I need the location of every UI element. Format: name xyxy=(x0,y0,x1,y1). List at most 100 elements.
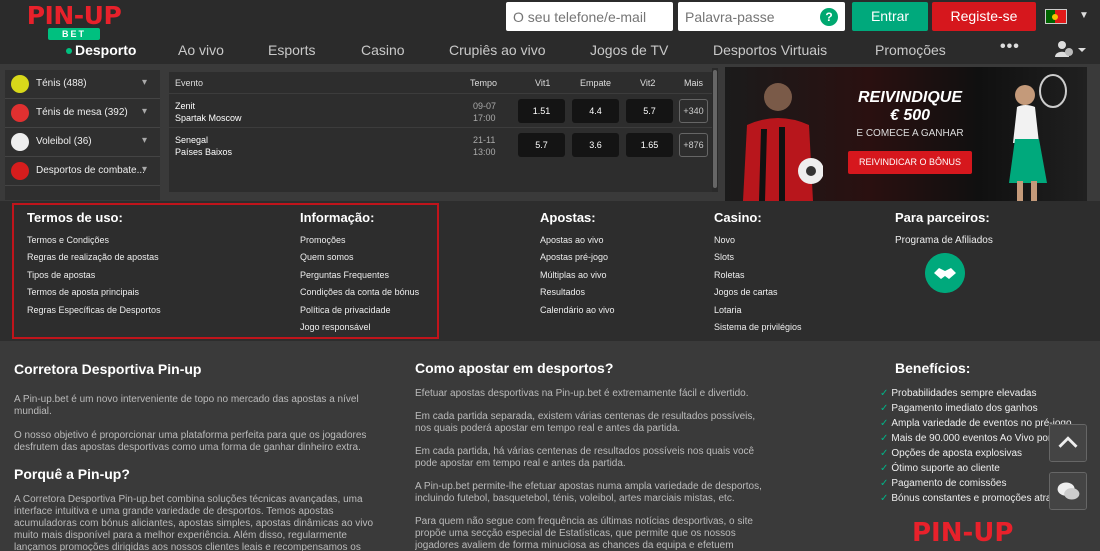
nav-item-casino[interactable]: Casino xyxy=(361,42,405,58)
seo-paragraph: O nosso objetivo é proporcionar uma plat… xyxy=(14,430,367,453)
odd-button-vit2[interactable]: 1.65 xyxy=(626,133,673,157)
sidebar-item-tenis-de-mesa[interactable]: Ténis de mesa (392) ▾ xyxy=(5,99,160,128)
benefit-item: ✓ Ampla variedade de eventos no pré-jogo xyxy=(880,418,1072,429)
nav-item-jogos-tv[interactable]: Jogos de TV xyxy=(590,42,668,58)
banner-subtitle: E COMECE A GANHAR xyxy=(856,128,964,139)
promo-banner[interactable]: REIVINDIQUE € 500 E COMECE A GANHAR REIV… xyxy=(725,67,1087,201)
seo-heading: Como apostar em desportos? xyxy=(415,360,614,376)
footer-link[interactable]: Promoções xyxy=(300,235,346,245)
seo-heading: Porquê a Pin-up? xyxy=(14,466,130,482)
claim-bonus-button[interactable]: REIVINDICAR O BÔNUS xyxy=(848,151,972,174)
footer-link[interactable]: Apostas pré-jogo xyxy=(540,252,608,262)
col-vit2: Vit2 xyxy=(640,78,656,88)
footer-link[interactable]: Lotaria xyxy=(714,305,742,315)
footer-link[interactable]: Jogo responsável xyxy=(300,322,371,332)
events-scrollbar[interactable] xyxy=(712,68,718,192)
language-chevron-down-icon[interactable]: ▼ xyxy=(1079,10,1089,21)
footer-link[interactable]: Condições da conta de bónus xyxy=(300,287,419,297)
footer-link[interactable]: Resultados xyxy=(540,287,585,297)
sidebar-item-label: Voleibol (36) xyxy=(36,136,92,147)
event-date: 09-07 xyxy=(473,101,497,111)
footer-link[interactable]: Calendário ao vivo xyxy=(540,305,615,315)
nav-item-crupies[interactable]: Crupiês ao vivo xyxy=(449,42,546,58)
chevron-down-icon: ▾ xyxy=(142,106,148,117)
login-button[interactable]: Entrar xyxy=(852,2,928,31)
footer-link[interactable]: Jogos de cartas xyxy=(714,287,778,297)
footer-link[interactable]: Sistema de privilégios xyxy=(714,322,802,332)
odd-button-vit1[interactable]: 1.51 xyxy=(518,99,565,123)
logo-text: PIN-UP xyxy=(26,1,122,30)
pinup-logo[interactable]: PIN-UP BET xyxy=(26,2,122,42)
nav-item-esports[interactable]: Esports xyxy=(268,42,315,58)
footer-link[interactable]: Slots xyxy=(714,252,734,262)
benefit-label: Probabilidades sempre elevadas xyxy=(891,388,1037,399)
team-home: Senegal xyxy=(175,135,209,145)
team-away: Spartak Moscow xyxy=(175,113,242,123)
chat-support-button[interactable] xyxy=(1049,472,1087,510)
team-home: Zenit xyxy=(175,101,196,111)
footer-link[interactable]: Novo xyxy=(714,235,735,245)
benefit-label: Pagamento imediato dos ganhos xyxy=(891,403,1038,414)
seo-heading: Benefícios: xyxy=(895,360,971,376)
footer-link[interactable]: Tipos de apostas xyxy=(27,270,95,280)
table-tennis-icon xyxy=(11,104,29,122)
sidebar-item-combate[interactable]: Desportos de combate... ▾ xyxy=(5,157,160,186)
scroll-to-top-button[interactable] xyxy=(1049,424,1087,462)
event-time: 17:00 xyxy=(473,113,496,123)
more-markets-button[interactable]: +340 xyxy=(679,99,708,123)
phone-email-input[interactable] xyxy=(506,2,673,31)
seo-paragraph: A Pin-up.bet é um novo interveniente de … xyxy=(14,394,359,417)
handshake-icon[interactable] xyxy=(925,253,965,293)
footer-link[interactable]: Regras de realização de apostas xyxy=(27,252,159,262)
sidebar-item-tenis[interactable]: Ténis (488) ▾ xyxy=(5,70,160,99)
footer-link[interactable]: Roletas xyxy=(714,270,745,280)
check-icon: ✓ xyxy=(880,448,889,459)
password-help-icon[interactable]: ? xyxy=(820,8,838,26)
benefit-item: ✓ Pagamento imediato dos ganhos xyxy=(880,403,1038,414)
top-header: PIN-UP BET Desporto Ao vivo Esports Casi… xyxy=(0,0,1100,64)
event-time: 13:00 xyxy=(473,147,496,157)
more-menu-button[interactable]: ••• xyxy=(1000,38,1020,56)
more-markets-button[interactable]: +876 xyxy=(679,133,708,157)
register-button[interactable]: Registe-se xyxy=(932,2,1036,31)
nav-item-ao-vivo[interactable]: Ao vivo xyxy=(178,42,224,58)
sidebar-item-label: Desportos de combate... xyxy=(36,165,145,176)
chevron-down-icon: ▾ xyxy=(142,164,148,175)
portugal-flag-icon[interactable] xyxy=(1045,9,1067,24)
sidebar-item-label: Ténis de mesa (392) xyxy=(36,107,128,118)
sidebar-item-voleibol[interactable]: Voleibol (36) ▾ xyxy=(5,128,160,157)
seo-paragraph: Em cada partida separada, existem várias… xyxy=(415,411,756,434)
benefit-item: ✓ Ótimo suporte ao cliente xyxy=(880,463,1000,474)
footer-link[interactable]: Múltiplas ao vivo xyxy=(540,270,607,280)
footer-link[interactable]: Regras Específicas de Desportos xyxy=(27,305,161,315)
odd-button-empate[interactable]: 3.6 xyxy=(572,133,619,157)
scrollbar-thumb[interactable] xyxy=(713,70,717,188)
seo-paragraph: Em cada partida, há várias centenas de r… xyxy=(415,446,755,469)
footer-link[interactable]: Programa de Afiliados xyxy=(895,235,993,246)
tennis-ball-icon xyxy=(11,75,29,93)
footer-pinup-logo[interactable]: PIN-UP xyxy=(912,518,1013,548)
table-row[interactable]: Senegal Países Baixos 21-11 13:00 5.7 3.… xyxy=(169,127,712,160)
nav-item-desportos-virtuais[interactable]: Desportos Virtuais xyxy=(713,42,827,58)
odd-button-vit2[interactable]: 5.7 xyxy=(626,99,673,123)
sidebar-item-partial[interactable] xyxy=(5,186,160,200)
footer-link[interactable]: Perguntas Frequentes xyxy=(300,270,389,280)
benefit-label: Pagamento de comissões xyxy=(891,478,1007,489)
footer-title-casino: Casino: xyxy=(714,210,762,225)
footer-title-bets: Apostas: xyxy=(540,210,596,225)
odd-button-empate[interactable]: 4.4 xyxy=(572,99,619,123)
benefit-label: Ampla variedade de eventos no pré-jogo xyxy=(891,418,1072,429)
odd-button-vit1[interactable]: 5.7 xyxy=(518,133,565,157)
events-table: Evento Tempo Vit1 Empate Vit2 Mais Zenit… xyxy=(169,72,712,192)
footer-link[interactable]: Política de privacidade xyxy=(300,305,391,315)
nav-item-promocoes[interactable]: Promoções xyxy=(875,42,946,58)
event-date: 21-11 xyxy=(473,135,496,145)
footer-link[interactable]: Termos de aposta principais xyxy=(27,287,139,297)
table-row[interactable]: Zenit Spartak Moscow 09-07 17:00 1.51 4.… xyxy=(169,93,712,126)
main-nav: Ao vivo Esports Casino Crupiês ao vivo J… xyxy=(0,42,1100,62)
footer-link[interactable]: Quem somos xyxy=(300,252,354,262)
footer-link[interactable]: Termos e Condições xyxy=(27,235,109,245)
footer-link[interactable]: Apostas ao vivo xyxy=(540,235,604,245)
user-settings-icon[interactable] xyxy=(1054,40,1088,58)
col-mais: Mais xyxy=(684,78,704,88)
